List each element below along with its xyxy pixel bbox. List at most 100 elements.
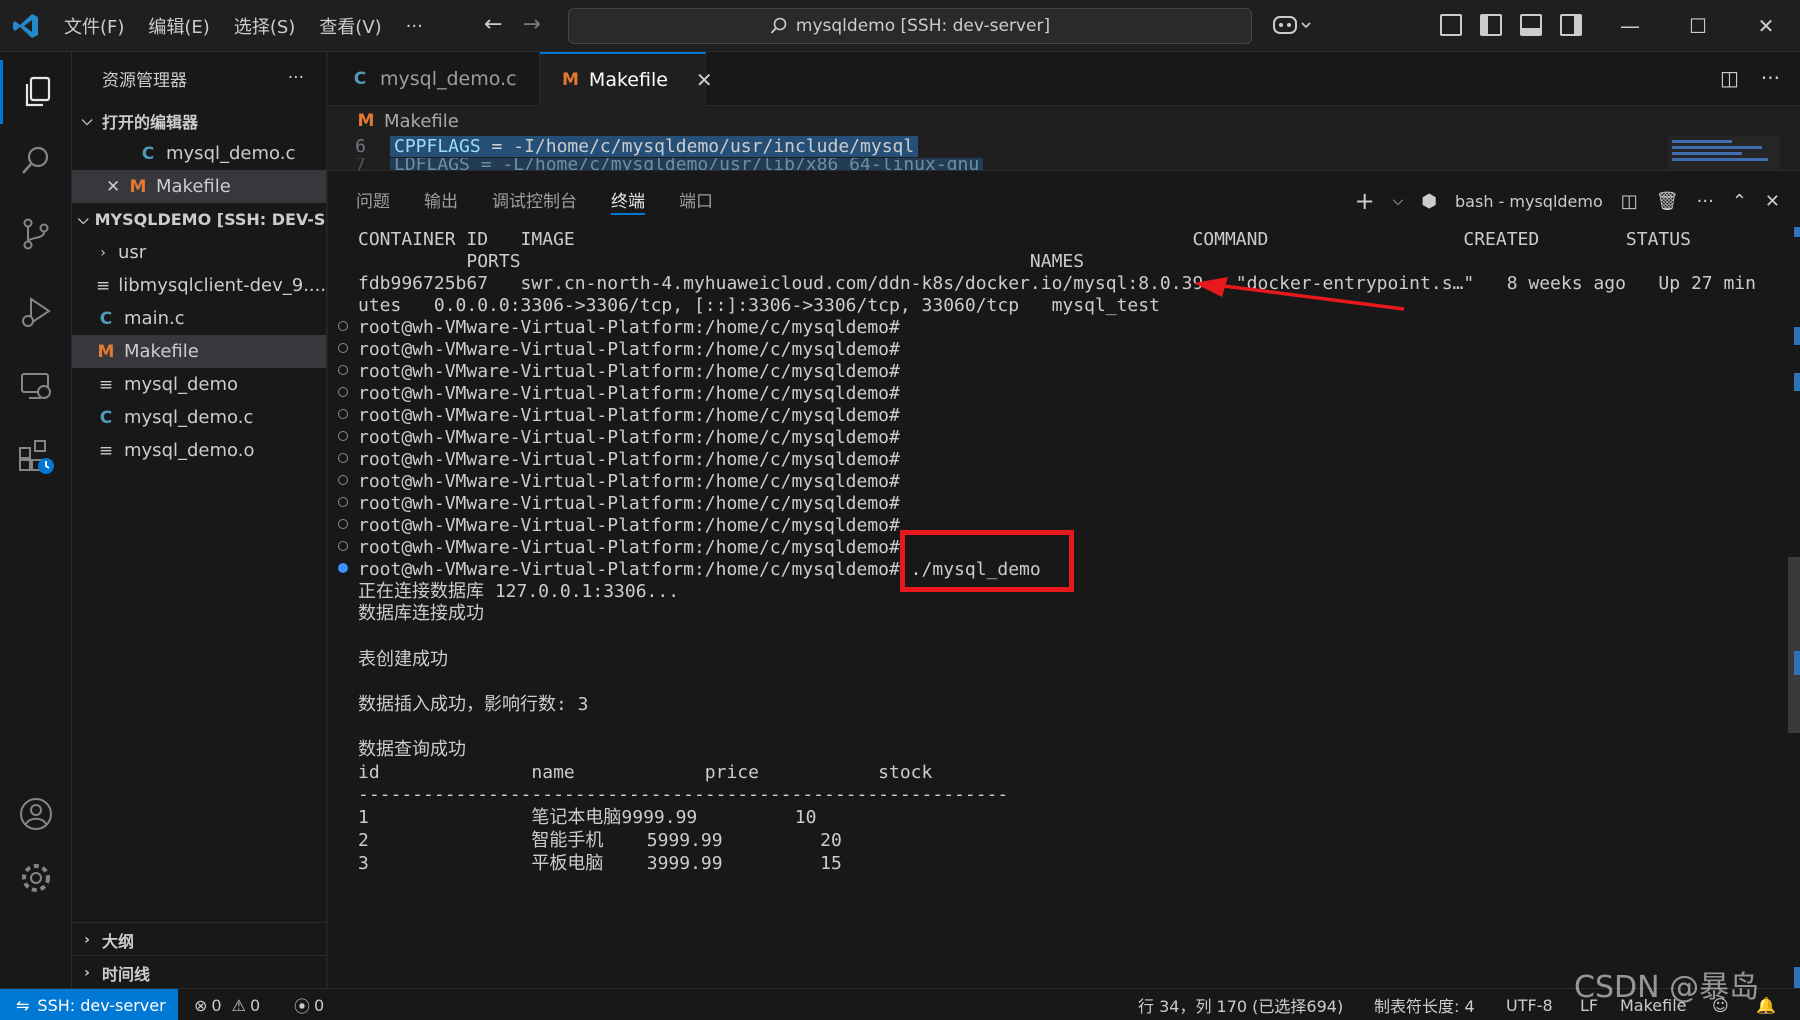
tab-makefile[interactable]: M Makefile ✕ (540, 52, 713, 106)
terminal-scrollbar[interactable] (1788, 227, 1800, 989)
close-window-icon[interactable]: ✕ (1732, 0, 1800, 52)
tab-mysql-demo-c[interactable]: C mysql_demo.c (328, 52, 540, 106)
search-view-icon[interactable] (0, 128, 72, 192)
close-icon[interactable]: ✕ (106, 177, 128, 197)
tab-size[interactable]: 制表符长度: 4 (1374, 989, 1475, 1020)
chevron-down-icon[interactable]: ⌵ (1393, 193, 1404, 209)
split-editor-icon[interactable]: ◫ (1720, 66, 1739, 90)
tree-item[interactable]: C mysql_demo.c (72, 401, 326, 434)
c-file-icon: C (99, 308, 113, 329)
remote-indicator[interactable]: ⇋ SSH: dev-server (0, 989, 178, 1020)
copilot-icon[interactable] (1272, 12, 1312, 43)
breadcrumb-item[interactable]: Makefile (384, 111, 459, 132)
status-bar: ⇋ SSH: dev-server ⊗ 0 ⚠ 0 ⦿ 0 行 34，列 170… (0, 988, 1800, 1020)
open-editors-section[interactable]: ⌵ 打开的编辑器 (72, 104, 326, 137)
source-control-icon[interactable] (0, 202, 72, 266)
command-decoration-icon[interactable] (338, 321, 348, 331)
tree-item[interactable]: ≡ libmysqlclient-dev_9.... (72, 269, 326, 302)
new-terminal-icon[interactable]: + (1355, 187, 1375, 215)
c-file-icon: C (99, 407, 113, 428)
maximize-icon[interactable]: ☐ (1664, 0, 1732, 52)
trash-icon[interactable]: 🗑 (1656, 191, 1679, 212)
code-text[interactable]: CPPFLAGS = -I/home/c/mysqldemo/usr/inclu… (390, 135, 919, 157)
vscode-logo-icon[interactable] (12, 12, 40, 40)
menu-view[interactable]: 查看(V) (319, 13, 381, 39)
command-decoration-icon[interactable] (338, 343, 348, 353)
tab-problems[interactable]: 问题 (356, 171, 390, 227)
title-bar: 文件(F) 编辑(E) 选择(S) 查看(V) ··· ← → mysqldem… (0, 0, 1800, 52)
terminal-name[interactable]: bash - mysqldemo (1455, 192, 1603, 211)
toggle-primary-sidebar-icon[interactable] (1480, 14, 1502, 36)
terminal[interactable]: CONTAINER ID IMAGE COMMAND CREATED STATU… (328, 227, 1783, 989)
text-file-icon: ≡ (98, 440, 114, 461)
cursor-position[interactable]: 行 34，列 170 (已选择694) (1138, 989, 1343, 1020)
more-actions-icon[interactable]: ··· (1761, 66, 1780, 90)
more-actions-icon[interactable]: ··· (1697, 191, 1714, 212)
text-file-icon: ≡ (98, 374, 114, 395)
workspace-label: MYSQLDEMO [SSH: DEV-S... (94, 210, 326, 229)
split-terminal-icon[interactable]: ◫ (1621, 191, 1638, 212)
menu-more[interactable]: ··· (406, 16, 423, 37)
command-decoration-icon[interactable] (338, 409, 348, 419)
problems-indicator[interactable]: ⊗ 0 ⚠ 0 (194, 989, 260, 1020)
minimap[interactable] (1668, 136, 1780, 170)
command-decoration-icon[interactable] (338, 431, 348, 441)
forward-arrow-icon[interactable]: → (522, 12, 540, 37)
menu-edit[interactable]: 编辑(E) (148, 13, 209, 39)
open-editor-label: Makefile (156, 176, 231, 197)
tree-item[interactable]: ≡ mysql_demo.o (72, 434, 326, 467)
code-text[interactable]: LDFLAGS = -L/home/c/mysqldemo/usr/lib/x8… (390, 158, 984, 170)
maximize-panel-icon[interactable]: ⌃ (1732, 191, 1747, 212)
command-center-search[interactable]: mysqldemo [SSH: dev-server] (568, 8, 1252, 44)
customize-layout-icon[interactable] (1440, 14, 1462, 36)
code-line: 6 CPPFLAGS = -I/home/c/mysqldemo/usr/inc… (328, 134, 1728, 158)
explorer-more-icon[interactable]: ··· (288, 68, 304, 88)
accounts-icon[interactable] (0, 782, 72, 846)
tab-debug-console[interactable]: 调试控制台 (492, 171, 577, 227)
command-decoration-icon[interactable] (338, 365, 348, 375)
command-decoration-icon[interactable] (338, 453, 348, 463)
command-decoration-icon[interactable] (338, 475, 348, 485)
workspace-section[interactable]: ⌵ MYSQLDEMO [SSH: DEV-S... (72, 203, 326, 236)
outline-section[interactable]: › 大纲 (72, 923, 327, 956)
tree-item-label: mysql_demo.c (124, 407, 254, 428)
back-arrow-icon[interactable]: ← (484, 12, 502, 37)
tree-item-label: libmysqlclient-dev_9.... (118, 275, 326, 296)
tab-ports[interactable]: 端口 (679, 171, 713, 227)
close-icon[interactable]: ✕ (696, 68, 713, 92)
toggle-secondary-sidebar-icon[interactable] (1560, 14, 1582, 36)
command-decoration-icon[interactable] (338, 387, 348, 397)
menu-selection[interactable]: 选择(S) (234, 13, 295, 39)
activity-bar (0, 52, 72, 988)
open-editor-item[interactable]: ✕ M Makefile (72, 170, 326, 203)
makefile-icon: M (562, 70, 579, 90)
ports-indicator[interactable]: ⦿ 0 (294, 989, 324, 1020)
tree-item[interactable]: ≡ mysql_demo (72, 368, 326, 401)
encoding[interactable]: UTF-8 (1506, 989, 1553, 1020)
remote-icon: ⇋ (16, 995, 30, 1015)
open-editor-item[interactable]: C mysql_demo.c (72, 137, 326, 170)
tab-terminal[interactable]: 终端 (611, 171, 645, 227)
command-decoration-icon[interactable] (338, 497, 348, 507)
terminal-line: 数据库连接成功 (358, 603, 484, 624)
explorer-icon[interactable] (0, 60, 72, 124)
tree-item-folder[interactable]: › usr (72, 236, 326, 269)
extensions-icon[interactable] (0, 424, 72, 488)
toggle-panel-icon[interactable] (1520, 14, 1542, 36)
command-decoration-icon[interactable] (338, 563, 348, 573)
menu-file[interactable]: 文件(F) (64, 13, 124, 39)
tree-item[interactable]: M Makefile (72, 335, 326, 368)
command-decoration-icon[interactable] (338, 541, 348, 551)
remote-explorer-icon[interactable] (0, 354, 72, 418)
breadcrumb: M Makefile (328, 106, 459, 136)
close-panel-icon[interactable]: ✕ (1765, 191, 1780, 212)
timeline-section[interactable]: › 时间线 (72, 956, 327, 989)
run-debug-icon[interactable] (0, 280, 72, 344)
minimize-icon[interactable]: — (1596, 0, 1664, 52)
tree-item[interactable]: C main.c (72, 302, 326, 335)
c-file-icon: C (141, 143, 155, 164)
tree-item-label: usr (118, 242, 147, 263)
tab-output[interactable]: 输出 (424, 171, 458, 227)
command-decoration-icon[interactable] (338, 519, 348, 529)
settings-gear-icon[interactable] (0, 846, 72, 910)
